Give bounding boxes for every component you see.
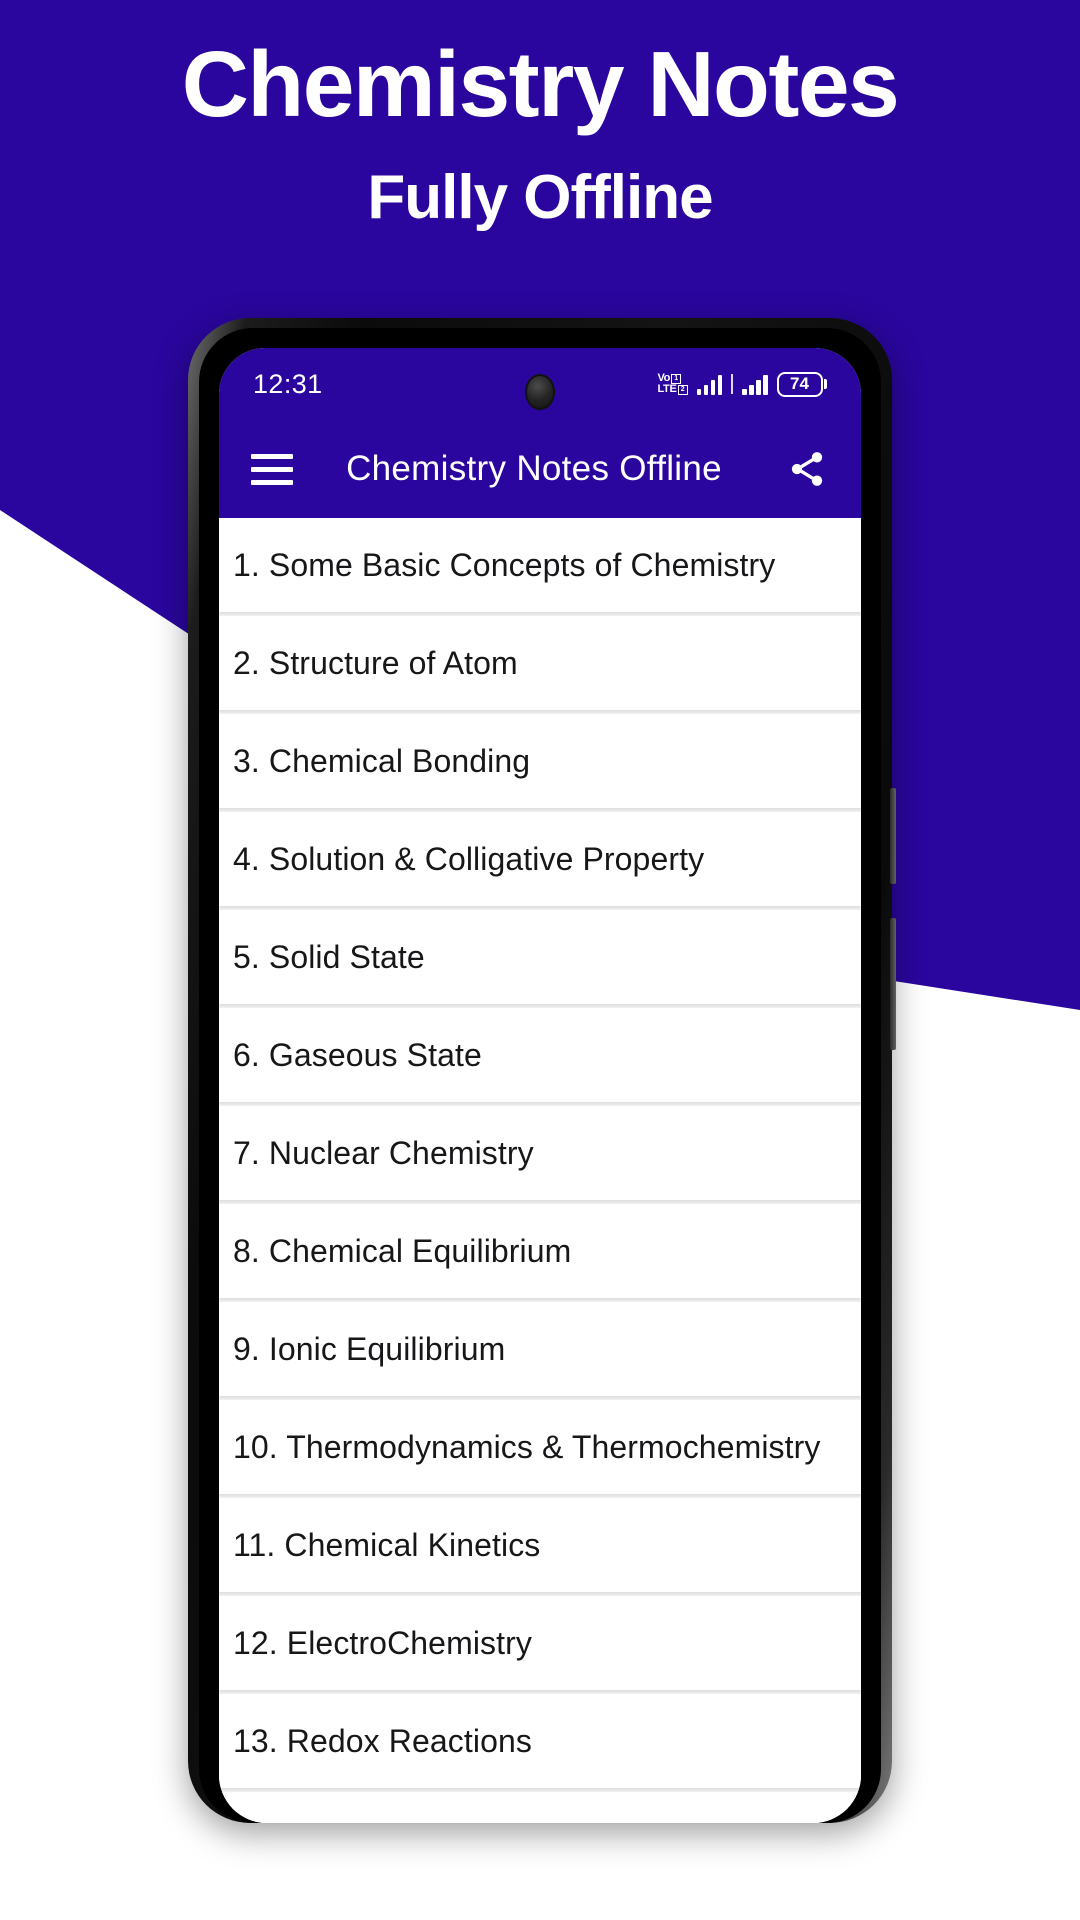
chapter-list-item[interactable]: 13. Redox Reactions	[219, 1694, 861, 1788]
chapter-item-label: 7. Nuclear Chemistry	[233, 1134, 534, 1171]
signal-strength-sim1-icon	[696, 373, 722, 395]
volte-label-bottom: LTE	[657, 383, 677, 395]
chapter-list-item[interactable]: 8. Chemical Equilibrium	[219, 1204, 861, 1298]
status-bar: 12:31 Vo 1 LTE 2 74	[219, 348, 861, 420]
volume-button[interactable]	[890, 788, 896, 884]
chapter-item-label: 14. Surface Chemistry	[233, 1821, 552, 1824]
sim1-badge: 1	[671, 373, 682, 384]
front-camera-icon	[525, 374, 555, 410]
hamburger-menu-icon[interactable]	[251, 453, 293, 485]
battery-icon: 74	[776, 371, 827, 397]
chapter-item-label: 10. Thermodynamics & Thermochemistry	[233, 1428, 821, 1465]
chapter-item-label: 11. Chemical Kinetics	[233, 1526, 541, 1563]
chapter-list[interactable]: 1. Some Basic Concepts of Chemistry 2. St…	[219, 518, 861, 1823]
chapter-list-item[interactable]: 11. Chemical Kinetics	[219, 1498, 861, 1592]
chapter-item-label: 1. Some Basic Concepts of Chemistry	[233, 546, 776, 583]
chapter-list-item[interactable]: 6. Gaseous State	[219, 1008, 861, 1102]
chapter-item-label: 3. Chemical Bonding	[233, 742, 531, 779]
volte-icon: Vo 1 LTE 2	[657, 373, 688, 395]
share-icon[interactable]	[785, 447, 829, 491]
chapter-list-item[interactable]: 1. Some Basic Concepts of Chemistry	[219, 518, 861, 612]
battery-percent-label: 74	[776, 371, 823, 397]
chapter-list-item[interactable]: 3. Chemical Bonding	[219, 714, 861, 808]
sim2-badge: 2	[677, 384, 688, 395]
chapter-list-item[interactable]: 14. Surface Chemistry	[219, 1792, 861, 1823]
chapter-item-label: 8. Chemical Equilibrium	[233, 1232, 572, 1269]
chapter-list-item[interactable]: 7. Nuclear Chemistry	[219, 1106, 861, 1200]
phone-bezel: 12:31 Vo 1 LTE 2 74 Chemistry Notes Offl…	[199, 328, 881, 1823]
chapter-item-label: 6. Gaseous State	[233, 1036, 482, 1073]
chapter-item-label: 9. Ionic Equilibrium	[233, 1330, 506, 1367]
app-bar-title: Chemistry Notes Offline	[346, 449, 722, 488]
phone-mockup: 12:31 Vo 1 LTE 2 74 Chemistry Notes Offl…	[188, 318, 896, 1823]
power-button[interactable]	[890, 918, 896, 1050]
battery-cap	[824, 379, 827, 389]
chapter-item-label: 2. Structure of Atom	[233, 644, 518, 681]
chapter-list-item[interactable]: 10. Thermodynamics & Thermochemistry	[219, 1400, 861, 1494]
chapter-item-label: 5. Solid State	[233, 938, 425, 975]
chapter-list-item[interactable]: 9. Ionic Equilibrium	[219, 1302, 861, 1396]
chapter-list-item[interactable]: 12. ElectroChemistry	[219, 1596, 861, 1690]
chapter-item-label: 13. Redox Reactions	[233, 1722, 532, 1759]
app-bar: Chemistry Notes Offline	[219, 420, 861, 518]
chapter-list-item[interactable]: 2. Structure of Atom	[219, 616, 861, 710]
status-bar-clock: 12:31	[253, 368, 323, 399]
chapter-list-item[interactable]: 4. Solution & Colligative Property	[219, 812, 861, 906]
signal-strength-sim2-icon	[742, 373, 768, 395]
signal-divider	[731, 374, 733, 394]
chapter-list-item[interactable]: 5. Solid State	[219, 910, 861, 1004]
phone-screen: 12:31 Vo 1 LTE 2 74 Chemistry Notes Offl…	[219, 348, 861, 1823]
chapter-item-label: 4. Solution & Colligative Property	[233, 840, 705, 877]
status-bar-indicators: Vo 1 LTE 2 74	[657, 371, 827, 397]
chapter-item-label: 12. ElectroChemistry	[233, 1624, 532, 1661]
